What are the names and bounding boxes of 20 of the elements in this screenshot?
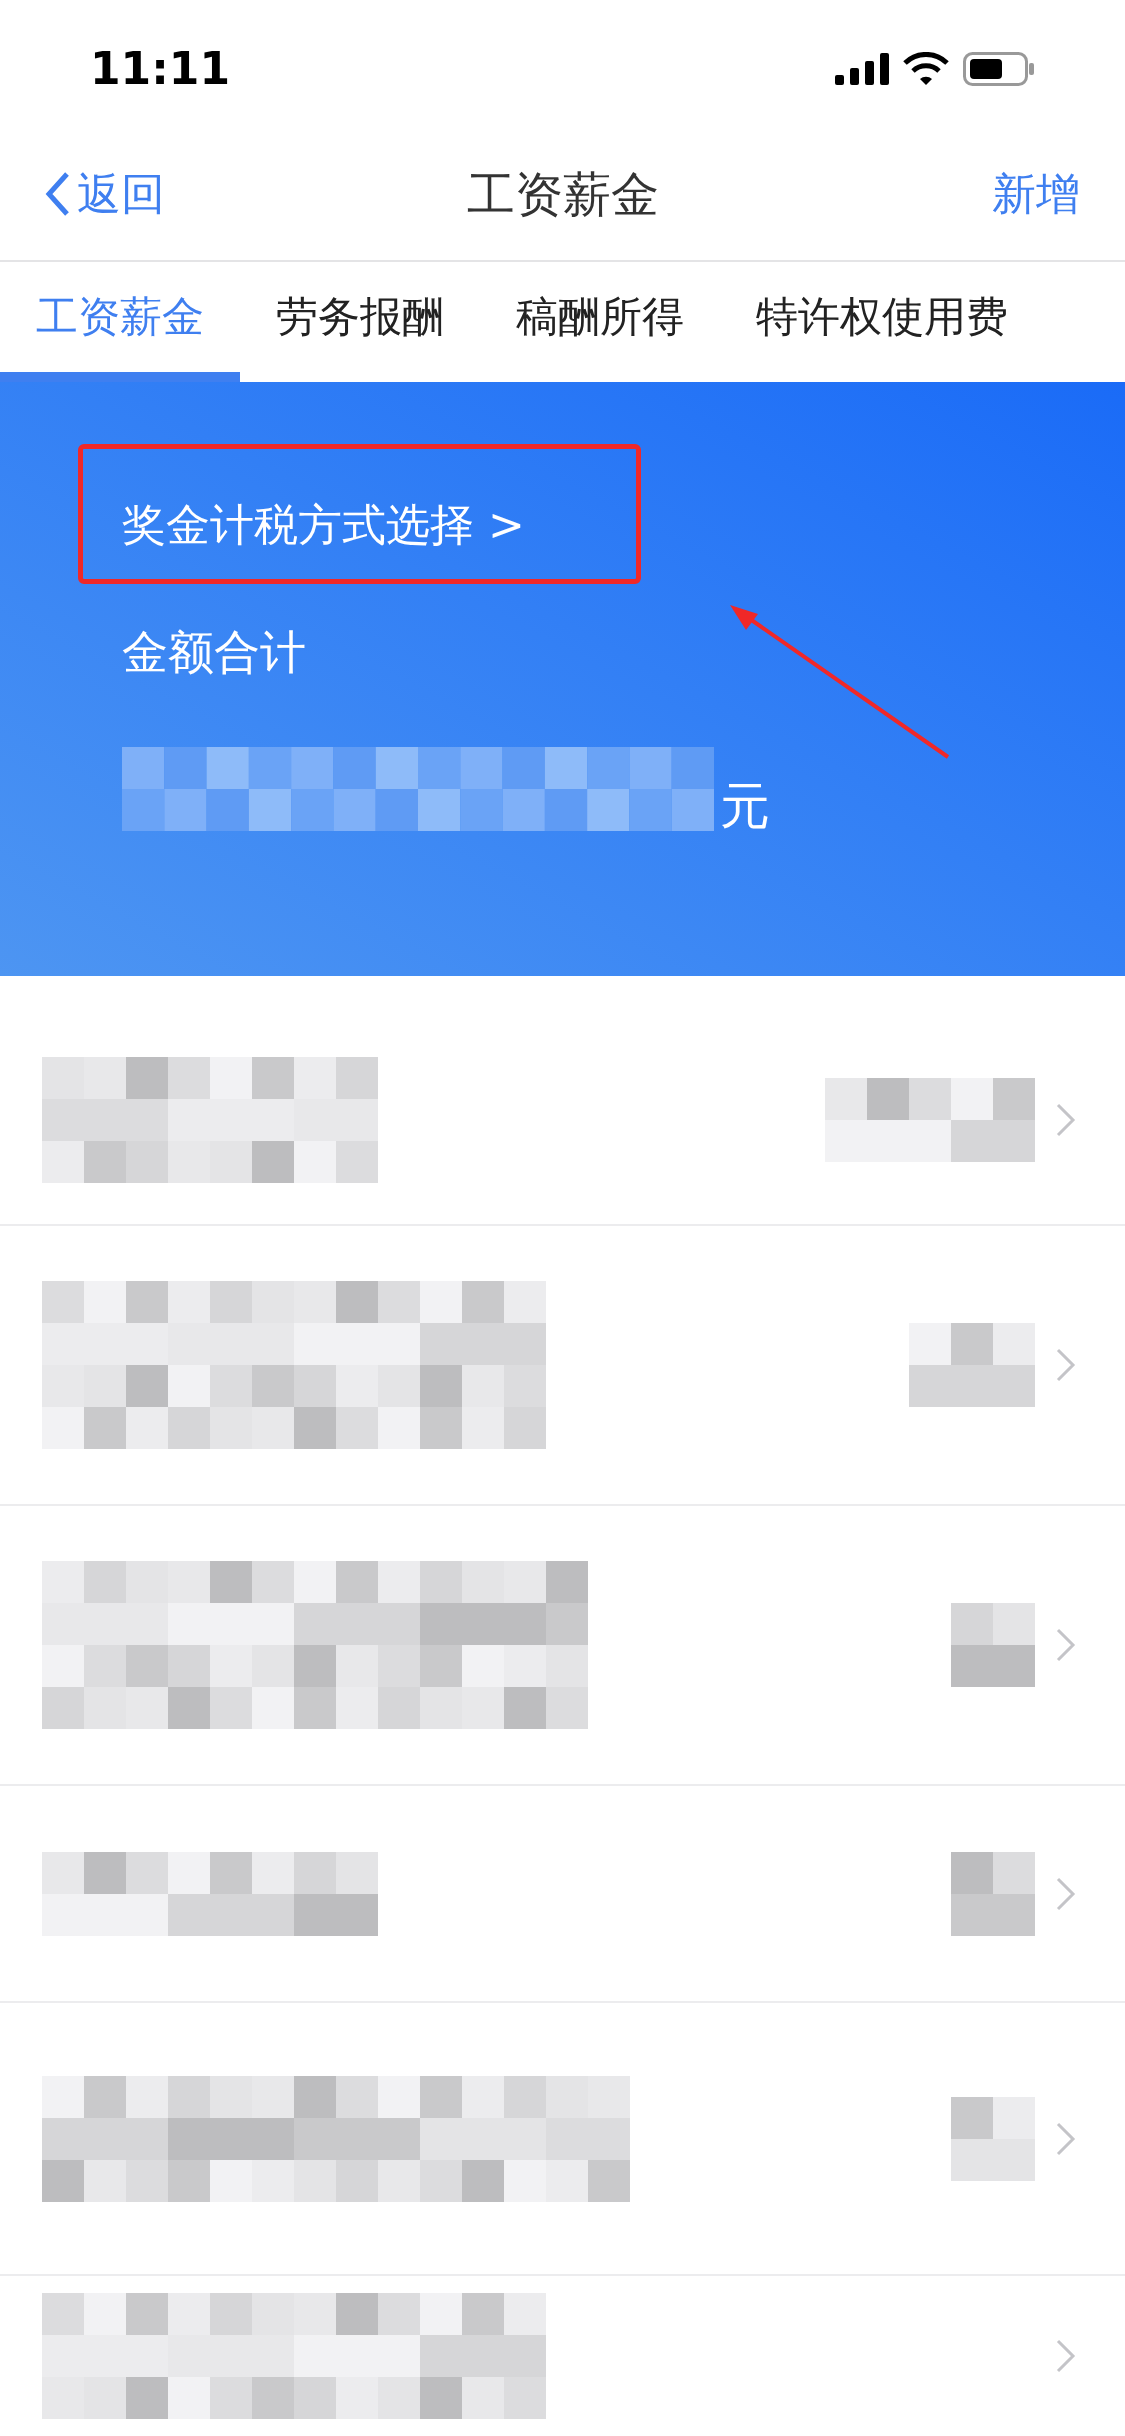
back-chevron-icon [45, 171, 71, 218]
chevron-right-icon [1055, 2338, 1077, 2374]
back-button[interactable]: 返回 [45, 161, 165, 228]
category-tab[interactable]: 稿酬所得 [480, 261, 720, 382]
page-title: 工资薪金 [466, 165, 659, 225]
currency-unit: 元 [720, 780, 770, 831]
chevron-right-icon [1055, 2120, 1077, 2157]
signal-icon [835, 53, 889, 86]
category-tab[interactable]: 劳务报酬 [240, 261, 480, 382]
chevron-right-icon [1055, 1875, 1077, 1912]
wifi-icon [903, 52, 949, 87]
chevron-right-icon [1055, 1347, 1077, 1383]
total-label: 金额合计 [122, 623, 307, 681]
battery-icon [963, 52, 1035, 87]
chevron-right-icon [1055, 1102, 1077, 1138]
bonus-tax-method-link[interactable]: 奖金计税方式选择 > [122, 491, 525, 558]
add-button[interactable]: 新增 [992, 161, 1080, 228]
category-tab[interactable]: 特许权使用费 [720, 261, 1044, 382]
status-time: 11:11 [90, 42, 231, 97]
chevron-right-icon [1055, 1627, 1077, 1663]
